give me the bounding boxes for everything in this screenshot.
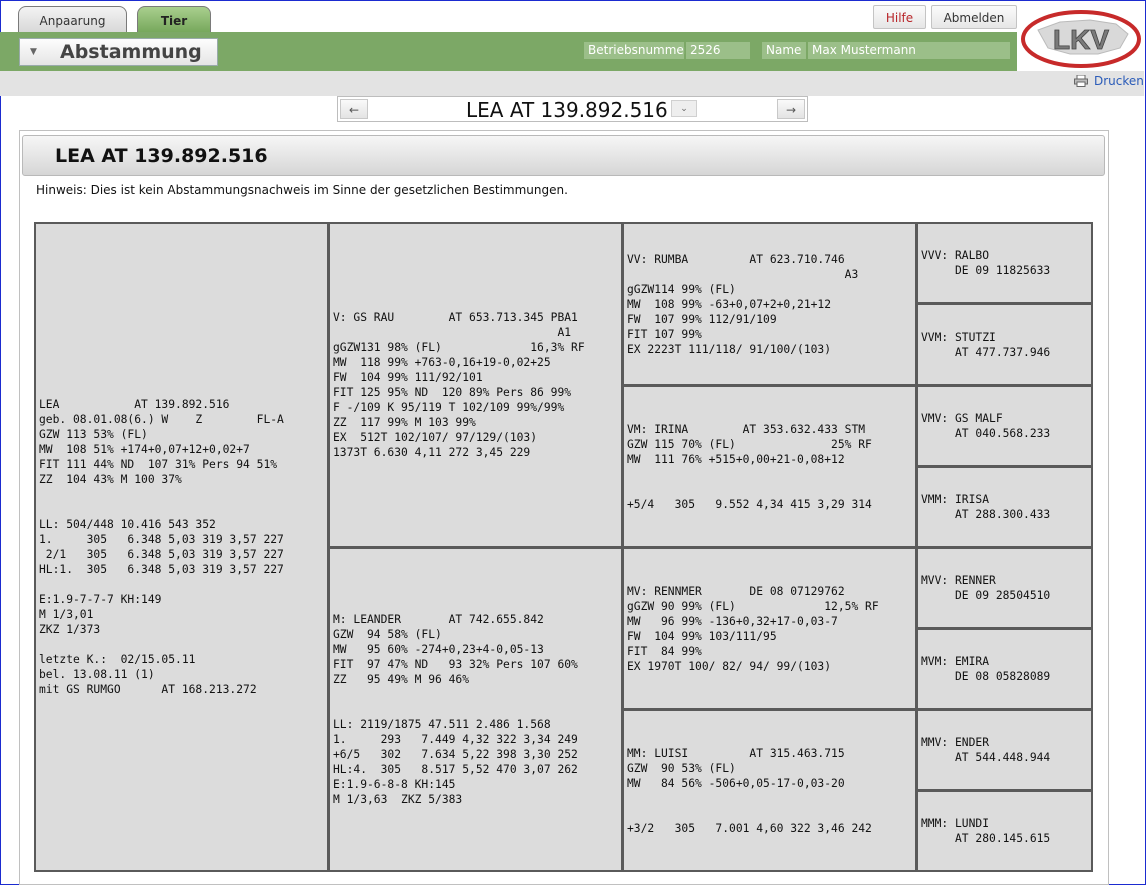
- page-title-selector[interactable]: ▼ Abstammung: [19, 38, 218, 66]
- logo-text: LKV: [1053, 24, 1109, 55]
- pedigree-cell-mvv[interactable]: MVV: RENNER DE 09 28504510: [918, 549, 1091, 627]
- name-value: Max Mustermann: [807, 42, 1010, 59]
- pedigree-cell-vv[interactable]: VV: RUMBA AT 623.710.746 A3 gGZW114 99% …: [624, 224, 915, 384]
- previous-animal-button[interactable]: ←: [340, 99, 368, 119]
- pedigree-cell-vvm[interactable]: VVM: STUTZI AT 477.737.946: [918, 305, 1091, 384]
- panel-header: LEA AT 139.892.516: [22, 135, 1105, 176]
- pedigree-cell-animal[interactable]: LEA AT 139.892.516 geb. 08.01.08(6.) W Z…: [36, 224, 327, 870]
- betriebsnummer-value: 2526: [685, 42, 750, 59]
- pedigree-cell-mmm[interactable]: MMM: LUNDI AT 280.145.615: [918, 792, 1091, 870]
- printer-icon: [1074, 75, 1088, 87]
- pedigree-cell-mm[interactable]: MM: LUISI AT 315.463.715 GZW 90 53% (FL)…: [624, 711, 915, 870]
- pedigree-cell-vm[interactable]: VM: IRINA AT 353.632.433 STM GZW 115 70%…: [624, 387, 915, 546]
- betriebsnummer-label: Betriebsnummer: [584, 42, 689, 59]
- animal-selector-text[interactable]: LEA AT 139.892.516: [466, 97, 668, 123]
- pedigree-table: LEA AT 139.892.516 geb. 08.01.08(6.) W Z…: [34, 222, 1093, 872]
- name-label: Name: [762, 42, 806, 59]
- logout-button[interactable]: Abmelden: [931, 5, 1017, 29]
- pedigree-cell-mvm[interactable]: MVM: EMIRA DE 08 05828089: [918, 630, 1091, 708]
- pedigree-cell-mv[interactable]: MV: RENNMER DE 08 07129762 gGZW 90 99% (…: [624, 549, 915, 708]
- pedigree-cell-mmv[interactable]: MMV: ENDER AT 544.448.944: [918, 711, 1091, 789]
- print-link[interactable]: Drucken: [1074, 74, 1144, 88]
- toolbar: [0, 71, 1144, 96]
- help-button[interactable]: Hilfe: [873, 5, 926, 29]
- next-animal-button[interactable]: →: [777, 99, 805, 119]
- tab-anpaarung[interactable]: Anpaarung: [18, 6, 127, 32]
- animal-navigator: ← LEA AT 139.892.516 ⌄ →: [337, 96, 808, 122]
- disclaimer-note: Hinweis: Dies ist kein Abstammungsnachwe…: [36, 183, 568, 197]
- panel-title: LEA AT 139.892.516: [55, 145, 268, 167]
- chevron-down-icon: ▼: [30, 47, 37, 57]
- print-label: Drucken: [1094, 74, 1144, 88]
- pedigree-cell-dam[interactable]: M: LEANDER AT 742.655.842 GZW 94 58% (FL…: [330, 549, 621, 870]
- pedigree-cell-vvv[interactable]: VVV: RALBO DE 09 11825633: [918, 224, 1091, 302]
- page-title: Abstammung: [60, 41, 202, 63]
- pedigree-cell-vmv[interactable]: VMV: GS MALF AT 040.568.233: [918, 387, 1091, 465]
- pedigree-cell-sire[interactable]: V: GS RAU AT 653.713.345 PBA1 A1 gGZW131…: [330, 224, 621, 546]
- tab-tier[interactable]: Tier: [137, 6, 211, 32]
- pedigree-cell-vmm[interactable]: VMM: IRISA AT 288.300.433: [918, 468, 1091, 546]
- lkv-logo: LKV: [1021, 10, 1141, 68]
- animal-dropdown-button[interactable]: ⌄: [671, 100, 697, 117]
